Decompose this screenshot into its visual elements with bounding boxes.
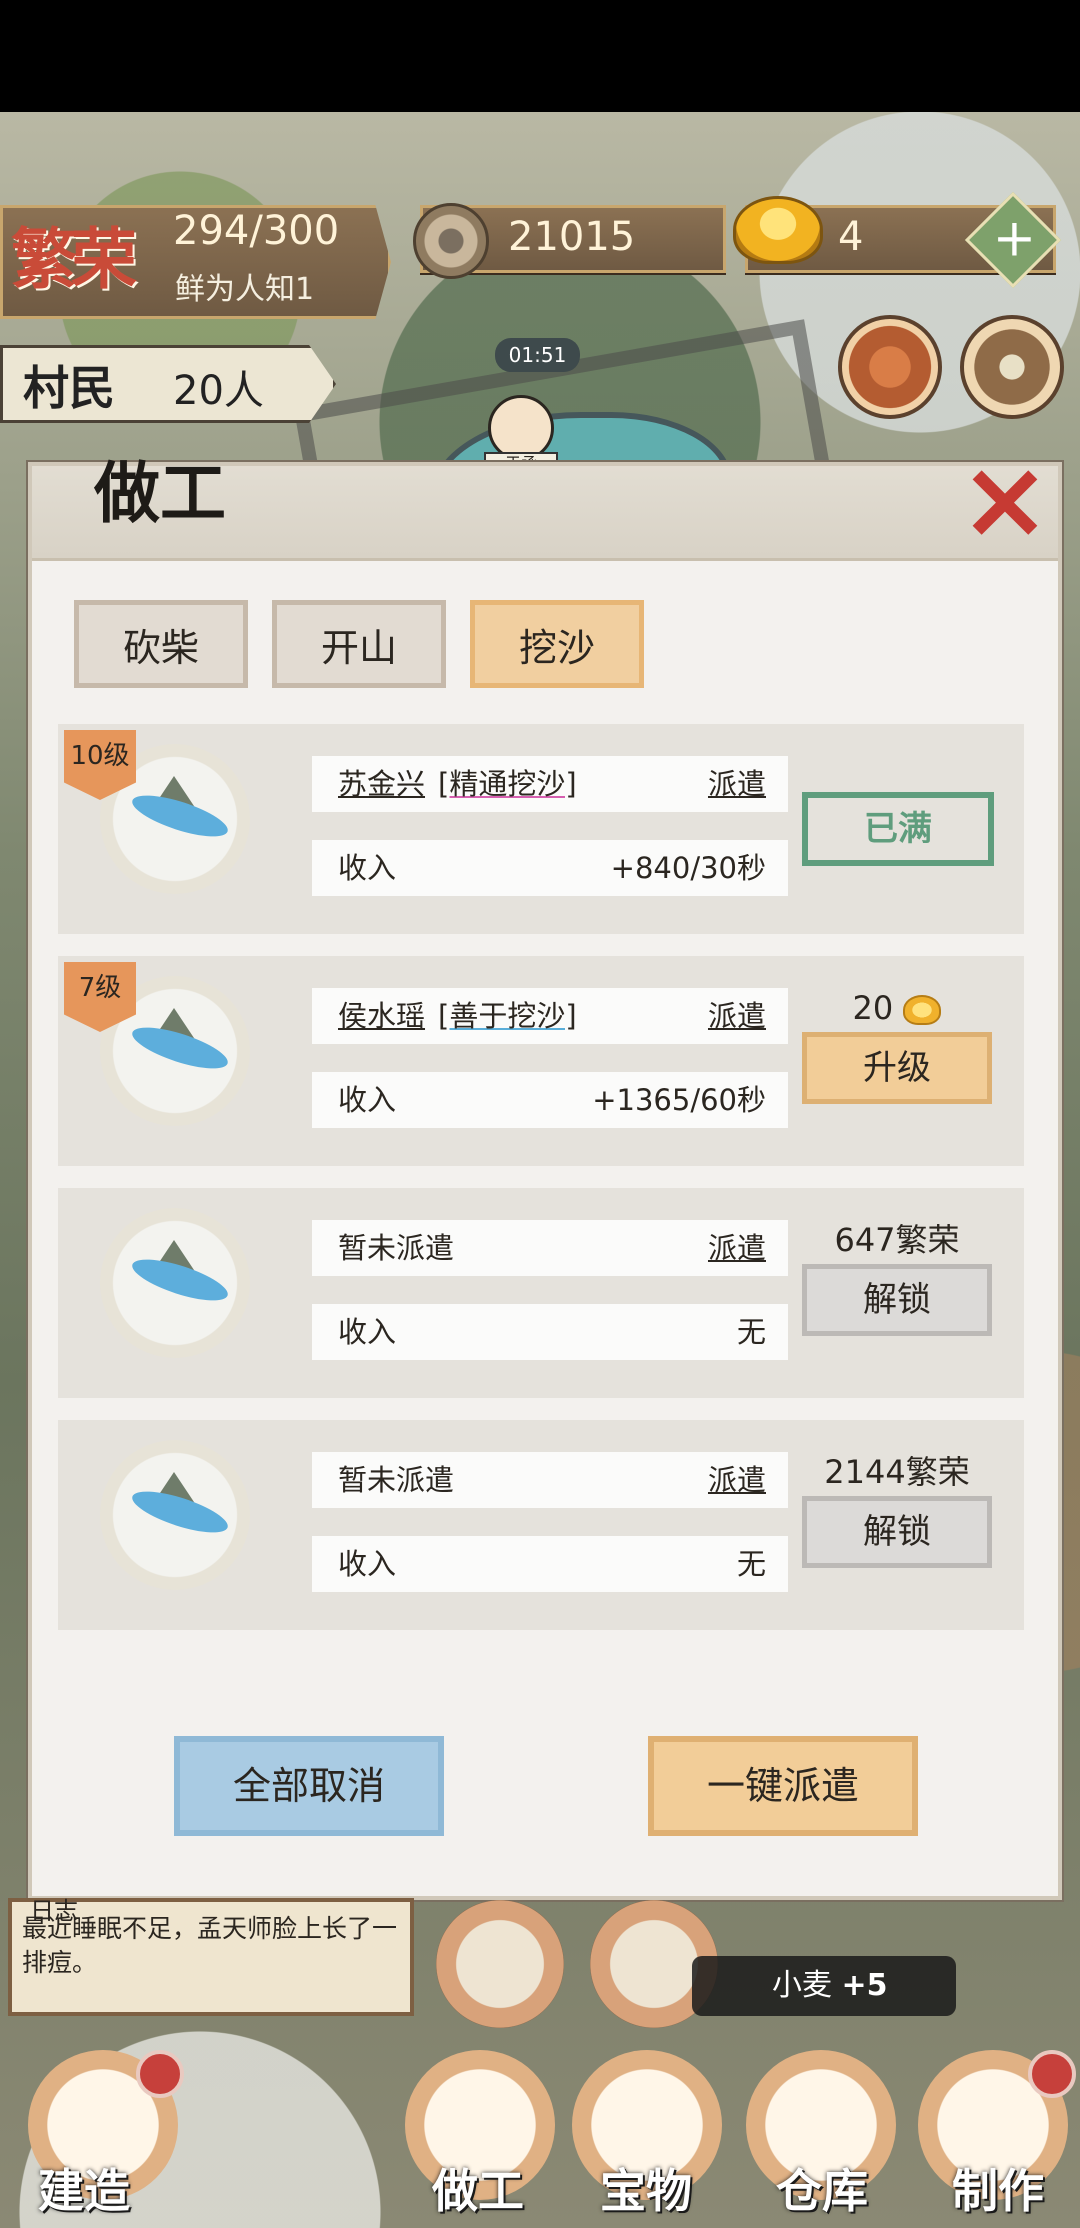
- sand-site-map-icon: [100, 1208, 250, 1358]
- ingots-value: 4: [838, 214, 864, 260]
- income-row: 收入 无: [312, 1536, 788, 1592]
- event-log[interactable]: 日志 最近睡眠不足，孟天师脸上长了一排痘。: [8, 1897, 414, 2016]
- tab-quarry[interactable]: 开山: [272, 600, 446, 688]
- worker-empty: 暂未派遣: [338, 1463, 455, 1497]
- villagers-value: 20人: [173, 368, 264, 414]
- prosperity-rank: 鲜为人知1: [175, 272, 315, 307]
- dispatch-link[interactable]: 派遣: [708, 988, 766, 1044]
- income-label: 收入: [338, 851, 397, 885]
- work-slot: 10级 苏金兴 [精通挖沙] 派遣 收入 +840/30秒 已满: [58, 724, 1024, 934]
- upgrade-button[interactable]: 升级: [802, 1032, 992, 1104]
- full-stamp: 已满: [802, 792, 994, 866]
- dispatch-link[interactable]: 派遣: [708, 1452, 766, 1508]
- work-tabs: 砍柴 开山 挖沙: [74, 600, 644, 688]
- upgrade-cost: 20: [802, 984, 992, 1032]
- ingots-bar[interactable]: 4 +: [733, 191, 1062, 289]
- log-text: 最近睡眠不足，孟天师脸上长了一排痘。: [22, 1914, 398, 1977]
- income-value: +1365/60秒: [592, 1083, 766, 1117]
- unlock-button[interactable]: 解锁: [802, 1496, 992, 1568]
- dialog-title: 做工: [94, 454, 226, 532]
- upgrade-cost-value: 20: [852, 989, 894, 1027]
- prosperity-bar[interactable]: 繁荣 294/300 鲜为人知1: [0, 205, 391, 319]
- dispatch-link[interactable]: 派遣: [708, 756, 766, 812]
- income-row: 收入 +840/30秒: [312, 840, 788, 896]
- coins-bar[interactable]: 21015: [413, 203, 726, 279]
- worker-empty: 暂未派遣: [338, 1231, 455, 1265]
- income-row: 收入 无: [312, 1304, 788, 1360]
- nav-treasure[interactable]: 宝物: [600, 2155, 692, 2221]
- reward-toast: 小麦 +5: [692, 1956, 956, 2016]
- work-slot: 7级 侯水瑶 [善于挖沙] 派遣 收入 +1365/60秒 20 升级: [58, 956, 1024, 1166]
- work-slot: 暂未派遣 派遣 收入 无 647繁荣 解锁: [58, 1188, 1024, 1398]
- sand-site-map-icon: [100, 1440, 250, 1590]
- income-label: 收入: [338, 1315, 397, 1349]
- income-label: 收入: [338, 1547, 397, 1581]
- event-timer: 01:51: [495, 338, 580, 372]
- slot-action: 647繁荣 解锁: [802, 1216, 992, 1336]
- reward-amount: +5: [841, 1968, 888, 2003]
- worker-skill: [精通挖沙]: [438, 767, 577, 801]
- notification-dot: [1028, 2050, 1076, 2098]
- nav-craft[interactable]: 制作: [952, 2155, 1044, 2221]
- worker-row: 暂未派遣 派遣: [312, 1220, 788, 1276]
- work-dialog: 做工 砍柴 开山 挖沙 10级 苏金兴 [精通挖沙] 派遣 收入 +840/30…: [28, 454, 1062, 1900]
- gold-ingot-icon: [733, 196, 823, 264]
- rings-item-icon[interactable]: [436, 1900, 564, 2028]
- reward-item: 小麦: [772, 1968, 832, 2003]
- worker-skill: [善于挖沙]: [438, 999, 577, 1033]
- nav-build[interactable]: 建造: [38, 2155, 130, 2221]
- slot-action: 2144繁荣 解锁: [802, 1448, 992, 1568]
- dialog-header: 做工: [32, 454, 1058, 561]
- work-slot: 暂未派遣 派遣 收入 无 2144繁荣 解锁: [58, 1420, 1024, 1630]
- income-label: 收入: [338, 1083, 397, 1117]
- income-value: +840/30秒: [610, 851, 766, 885]
- worker-row: 暂未派遣 派遣: [312, 1452, 788, 1508]
- tab-dig-sand[interactable]: 挖沙: [470, 600, 644, 688]
- dispatch-all-button[interactable]: 一键派遣: [648, 1736, 918, 1836]
- worker-name[interactable]: 苏金兴: [338, 756, 425, 812]
- gold-ingot-icon: [903, 995, 942, 1025]
- copper-coin-icon: [413, 203, 489, 279]
- settings-gear-button[interactable]: [960, 315, 1064, 419]
- unlock-cost: 647繁荣: [834, 1221, 960, 1259]
- nav-warehouse[interactable]: 仓库: [776, 2155, 868, 2221]
- prosperity-title: 繁荣: [11, 221, 137, 298]
- income-value: 无: [736, 1315, 766, 1349]
- coins-value: 21015: [508, 214, 636, 260]
- nav-work[interactable]: 做工: [432, 2155, 524, 2221]
- slot-action: 20 升级: [802, 984, 992, 1104]
- worker-name[interactable]: 侯水瑶: [338, 988, 425, 1044]
- villagers-bar[interactable]: 村民 20人: [0, 345, 336, 423]
- log-header: 日志: [30, 1897, 78, 1925]
- unlock-cost: 2144繁荣: [824, 1453, 970, 1491]
- slot-action: 已满: [802, 752, 994, 866]
- notification-dot: [136, 2050, 184, 2098]
- unlock-button[interactable]: 解锁: [802, 1264, 992, 1336]
- plus-icon: +: [992, 208, 1037, 269]
- close-icon[interactable]: ×: [950, 444, 1060, 554]
- worker-row: 侯水瑶 [善于挖沙] 派遣: [312, 988, 788, 1044]
- tab-chop-wood[interactable]: 砍柴: [74, 600, 248, 688]
- cancel-all-button[interactable]: 全部取消: [174, 1736, 444, 1836]
- income-row: 收入 +1365/60秒: [312, 1072, 788, 1128]
- scroll-book-button[interactable]: [838, 315, 942, 419]
- income-value: 无: [736, 1547, 766, 1581]
- dispatch-link[interactable]: 派遣: [708, 1220, 766, 1276]
- prosperity-value: 294/300: [173, 208, 340, 254]
- status-bar: [0, 0, 1080, 112]
- worker-row: 苏金兴 [精通挖沙] 派遣: [312, 756, 788, 812]
- villagers-label: 村民: [23, 361, 115, 415]
